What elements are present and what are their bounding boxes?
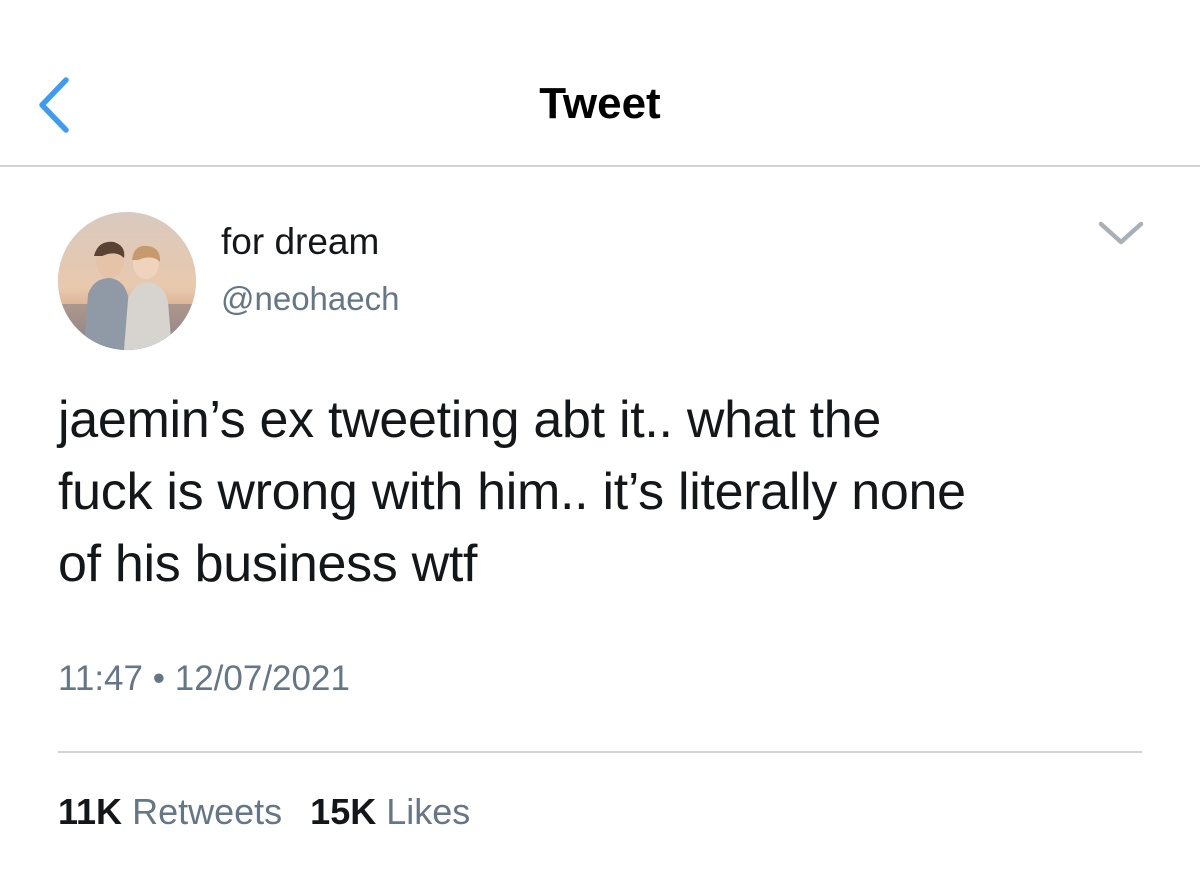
tweet-time: 11:47 <box>58 659 143 698</box>
author-handle[interactable]: @neohaech <box>221 278 399 320</box>
likes-count: 15K <box>310 791 377 832</box>
avatar[interactable] <box>58 212 196 350</box>
tweet-timestamp: 11:47 • 12/07/2021 <box>58 657 350 701</box>
timestamp-separator: • <box>152 659 165 698</box>
tweet-date: 12/07/2021 <box>174 659 350 698</box>
navigation-bar: Tweet <box>0 0 1200 167</box>
tweet-text-line: of his business wtf <box>58 535 478 593</box>
tweet-detail-screen: Tweet for dream @neohaech jaemin’s ex tw… <box>0 0 1200 890</box>
tweet-stats: 11K Retweets 15K Likes <box>58 789 488 835</box>
retweets-stat[interactable]: 11K Retweets <box>58 789 282 835</box>
likes-label: Likes <box>386 791 471 832</box>
tweet-options-button[interactable] <box>1096 216 1146 250</box>
retweets-count: 11K <box>58 791 123 832</box>
tweet-text-line: jaemin’s ex tweeting abt it.. what the <box>58 391 881 449</box>
likes-stat[interactable]: 15K Likes <box>310 789 470 835</box>
tweet-text: jaemin’s ex tweeting abt it.. what the f… <box>58 384 1158 600</box>
profile-photo <box>58 212 196 350</box>
chevron-down-icon <box>1098 221 1144 245</box>
divider <box>58 751 1142 753</box>
author-display-name[interactable]: for dream <box>221 220 379 264</box>
retweets-label: Retweets <box>132 791 283 832</box>
tweet-text-line: fuck is wrong with him.. it’s literally … <box>58 463 966 521</box>
page-title: Tweet <box>539 79 661 128</box>
